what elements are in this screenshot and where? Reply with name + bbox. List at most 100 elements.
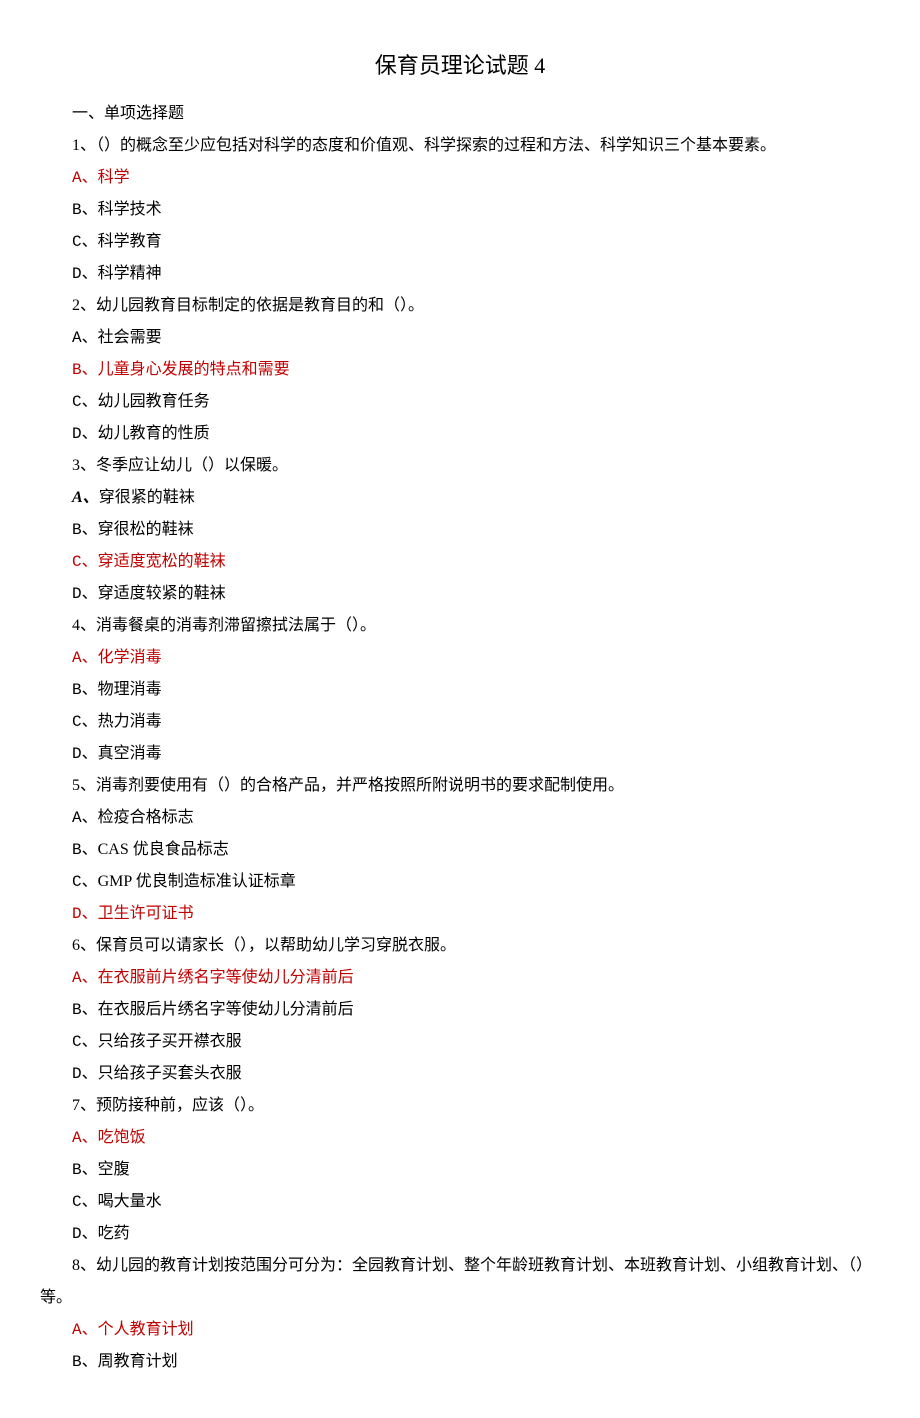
option: D、幼儿教育的性质 bbox=[40, 418, 880, 450]
option: D、只给孩子买套头衣服 bbox=[40, 1058, 880, 1090]
option-text: 周教育计划 bbox=[98, 1353, 178, 1370]
option-text: CAS 优良食品标志 bbox=[98, 841, 229, 858]
option-letter: B、 bbox=[72, 361, 98, 379]
option: B、周教育计划 bbox=[40, 1346, 880, 1378]
option-letter: B、 bbox=[72, 1161, 98, 1179]
option-letter: D、 bbox=[72, 585, 98, 603]
option-letter: A、 bbox=[72, 489, 99, 506]
option: B、科学技术 bbox=[40, 194, 880, 226]
option-letter: C、 bbox=[72, 393, 98, 411]
option-text: 科学精神 bbox=[98, 265, 162, 282]
option: D、穿适度较紧的鞋袜 bbox=[40, 578, 880, 610]
option-letter: D、 bbox=[72, 265, 98, 283]
option: A、检疫合格标志 bbox=[40, 802, 880, 834]
section-header: 一、单项选择题 bbox=[40, 98, 880, 130]
option-letter: D、 bbox=[72, 1225, 98, 1243]
option-letter: A、 bbox=[72, 169, 98, 187]
option-text: 科学技术 bbox=[98, 201, 162, 218]
option-letter: C、 bbox=[72, 553, 98, 571]
option-text: 化学消毒 bbox=[98, 649, 162, 666]
option-text: GMP 优良制造标准认证标章 bbox=[98, 873, 296, 890]
option: D、吃药 bbox=[40, 1218, 880, 1250]
question-stem: 3、冬季应让幼儿（）以保暖。 bbox=[40, 450, 880, 482]
option-text: 幼儿教育的性质 bbox=[98, 425, 210, 442]
option-letter: C、 bbox=[72, 1033, 98, 1051]
option-text: 卫生许可证书 bbox=[98, 905, 194, 922]
option: A、吃饱饭 bbox=[40, 1122, 880, 1154]
option-letter: C、 bbox=[72, 233, 98, 251]
option-letter: B、 bbox=[72, 1353, 98, 1371]
option-letter: D、 bbox=[72, 425, 98, 443]
question-stem: 5、消毒剂要使用有（）的合格产品，并严格按照所附说明书的要求配制使用。 bbox=[40, 770, 880, 802]
option-text: 真空消毒 bbox=[98, 745, 162, 762]
option: C、穿适度宽松的鞋袜 bbox=[40, 546, 880, 578]
option-text: 儿童身心发展的特点和需要 bbox=[98, 361, 290, 378]
option: B、空腹 bbox=[40, 1154, 880, 1186]
option-letter: B、 bbox=[72, 521, 98, 539]
option: C、热力消毒 bbox=[40, 706, 880, 738]
option-letter: C、 bbox=[72, 713, 98, 731]
option-text: 科学教育 bbox=[98, 233, 162, 250]
option: B、CAS 优良食品标志 bbox=[40, 834, 880, 866]
option: B、物理消毒 bbox=[40, 674, 880, 706]
option: C、只给孩子买开襟衣服 bbox=[40, 1026, 880, 1058]
option-text: 穿很松的鞋袜 bbox=[98, 521, 194, 538]
option-letter: A、 bbox=[72, 809, 98, 827]
option-text: 喝大量水 bbox=[98, 1193, 162, 1210]
option-text: 科学 bbox=[98, 169, 130, 186]
option-text: 穿适度宽松的鞋袜 bbox=[98, 553, 226, 570]
question-stem: 2、幼儿园教育目标制定的依据是教育目的和（）。 bbox=[40, 290, 880, 322]
option-text: 社会需要 bbox=[98, 329, 162, 346]
option-text: 热力消毒 bbox=[98, 713, 162, 730]
option: C、幼儿园教育任务 bbox=[40, 386, 880, 418]
option-letter: A、 bbox=[72, 1129, 98, 1147]
option-letter: D、 bbox=[72, 745, 98, 763]
option-letter: A、 bbox=[72, 969, 98, 987]
option-letter: C、 bbox=[72, 873, 98, 891]
option-letter: B、 bbox=[72, 841, 98, 859]
option-text: 个人教育计划 bbox=[98, 1321, 194, 1338]
option-letter: B、 bbox=[72, 201, 98, 219]
option: C、科学教育 bbox=[40, 226, 880, 258]
question-stem: 1、（）的概念至少应包括对科学的态度和价值观、科学探索的过程和方法、科学知识三个… bbox=[40, 130, 880, 162]
option-text: 幼儿园教育任务 bbox=[98, 393, 210, 410]
option-letter: B、 bbox=[72, 1001, 98, 1019]
option: C、喝大量水 bbox=[40, 1186, 880, 1218]
page-title: 保育员理论试题 4 bbox=[40, 48, 880, 80]
option-text: 物理消毒 bbox=[98, 681, 162, 698]
question-stem: 7、预防接种前，应该（）。 bbox=[40, 1090, 880, 1122]
option: C、GMP 优良制造标准认证标章 bbox=[40, 866, 880, 898]
option: D、科学精神 bbox=[40, 258, 880, 290]
option-text: 检疫合格标志 bbox=[98, 809, 194, 826]
option: B、穿很松的鞋袜 bbox=[40, 514, 880, 546]
option-text: 吃饱饭 bbox=[98, 1129, 146, 1146]
option-letter: A、 bbox=[72, 329, 98, 347]
option-letter: B、 bbox=[72, 681, 98, 699]
option-text: 在衣服前片绣名字等使幼儿分清前后 bbox=[98, 969, 354, 986]
option-letter: C、 bbox=[72, 1193, 98, 1211]
option-text: 只给孩子买开襟衣服 bbox=[98, 1033, 242, 1050]
option: A、穿很紧的鞋袜 bbox=[40, 482, 880, 514]
option-text: 在衣服后片绣名字等使幼儿分清前后 bbox=[98, 1001, 354, 1018]
option-letter: A、 bbox=[72, 1321, 98, 1339]
question-stem: 8、幼儿园的教育计划按范围分可分为：全园教育计划、整个年龄班教育计划、本班教育计… bbox=[40, 1250, 880, 1314]
option: A、社会需要 bbox=[40, 322, 880, 354]
option-letter: A、 bbox=[72, 649, 98, 667]
option-text: 空腹 bbox=[98, 1161, 130, 1178]
option-text: 穿很紧的鞋袜 bbox=[99, 489, 195, 506]
question-stem: 6、保育员可以请家长（），以帮助幼儿学习穿脱衣服。 bbox=[40, 930, 880, 962]
option-text: 吃药 bbox=[98, 1225, 130, 1242]
option: D、卫生许可证书 bbox=[40, 898, 880, 930]
option: A、化学消毒 bbox=[40, 642, 880, 674]
option-text: 只给孩子买套头衣服 bbox=[98, 1065, 242, 1082]
option: D、真空消毒 bbox=[40, 738, 880, 770]
option-letter: D、 bbox=[72, 905, 98, 923]
option: A、在衣服前片绣名字等使幼儿分清前后 bbox=[40, 962, 880, 994]
option: B、在衣服后片绣名字等使幼儿分清前后 bbox=[40, 994, 880, 1026]
question-stem: 4、消毒餐桌的消毒剂滞留擦拭法属于（）。 bbox=[40, 610, 880, 642]
option: A、个人教育计划 bbox=[40, 1314, 880, 1346]
option-text: 穿适度较紧的鞋袜 bbox=[98, 585, 226, 602]
option: B、儿童身心发展的特点和需要 bbox=[40, 354, 880, 386]
option: A、科学 bbox=[40, 162, 880, 194]
option-letter: D、 bbox=[72, 1065, 98, 1083]
